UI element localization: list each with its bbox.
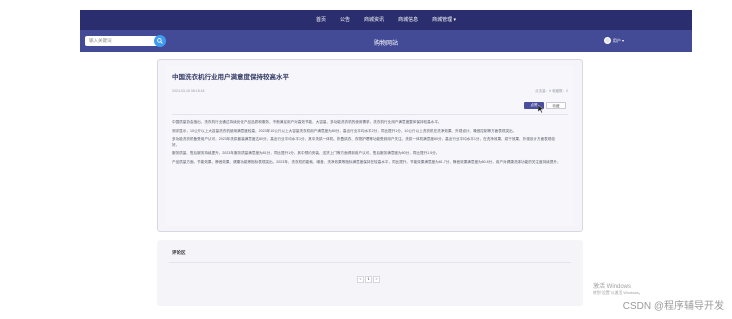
- nav-item-home[interactable]: 首页: [316, 16, 326, 23]
- article-content: 中国洗衣机行业用户满意度保持较高水平 2024-03-15 08:18:18 点…: [166, 65, 574, 226]
- avatar: [603, 37, 611, 44]
- user-menu[interactable]: 用户 ▾: [603, 37, 624, 44]
- windows-activation-watermark: 激活 Windows 转到"设置"以激活 Windows。: [593, 281, 643, 296]
- nav-links: 首页 公告 商城资讯 商城信息 商城管理 ▾: [80, 16, 692, 23]
- nav-item-news[interactable]: 商城资讯: [364, 16, 384, 23]
- prev-page-button[interactable]: <: [357, 276, 364, 283]
- mouse-cursor-icon: [538, 105, 544, 113]
- divider: [172, 114, 568, 115]
- article-body: 中国质量协会指出，洗衣机行业通过持续优化产品品质和服务，不断满足用户对高效节能、…: [172, 120, 562, 169]
- nav-item-shop-manage[interactable]: 商城管理 ▾: [432, 16, 456, 23]
- pagination: < 1 >: [357, 276, 380, 283]
- article-actions: 点赞 收藏: [524, 102, 566, 109]
- article-paragraph: 服务质量、售后服务持续提升。2023年服务质量满意度为81分，同比提升1分，其中…: [172, 151, 440, 156]
- article-title: 中国洗衣机行业用户满意度保持较高水平: [172, 74, 289, 81]
- top-navbar: 首页 公告 商城资讯 商城信息 商城管理 ▾: [80, 10, 692, 30]
- divider: [169, 262, 571, 263]
- user-name: 用户 ▾: [612, 37, 624, 43]
- article-date: 2024-03-15 08:18:18: [172, 89, 205, 93]
- site-title: 购物网站: [373, 41, 398, 47]
- csdn-watermark: CSDN @程序辅导开发: [622, 301, 724, 312]
- next-page-button[interactable]: >: [373, 276, 380, 283]
- article-paragraph: 测评显示，10公斤以上大容量洗衣机使用满意度较高，2023年10公斤以上大容量洗…: [172, 128, 517, 133]
- article-paragraph: 中国质量协会指出，洗衣机行业通过持续优化产品品质和服务，不断满足用户对高效节能、…: [172, 120, 442, 124]
- favorite-button[interactable]: 收藏: [546, 102, 566, 109]
- article-card: 中国洗衣机行业用户满意度保持较高水平 2024-03-15 08:18:18 点…: [157, 59, 583, 232]
- watermark-line: 激活 Windows: [593, 284, 632, 290]
- comment-section-title: 评论区: [172, 250, 186, 255]
- article-paragraph: 产品质量方面，节能效果、静音效果、健康功能等指标表现突出。2023年，洗衣机的能…: [172, 160, 561, 165]
- article-stats: 点击量：6 收藏数：0: [535, 89, 568, 93]
- nav-item-notice[interactable]: 公告: [340, 16, 350, 23]
- nav-item-shop-info[interactable]: 商城信息: [398, 16, 418, 23]
- article-paragraph: 多功能洗衣机备受用户认可，2023年洗烘套装满意度达80分，高出行业平均水平1分…: [172, 137, 555, 147]
- header-bar: 输入关键词 购物网站 用户 ▾: [80, 30, 692, 52]
- page-1-button[interactable]: 1: [365, 276, 372, 283]
- comment-section: 评论区 < 1 >: [157, 240, 583, 306]
- watermark-subline: 转到"设置"以激活 Windows。: [593, 291, 643, 295]
